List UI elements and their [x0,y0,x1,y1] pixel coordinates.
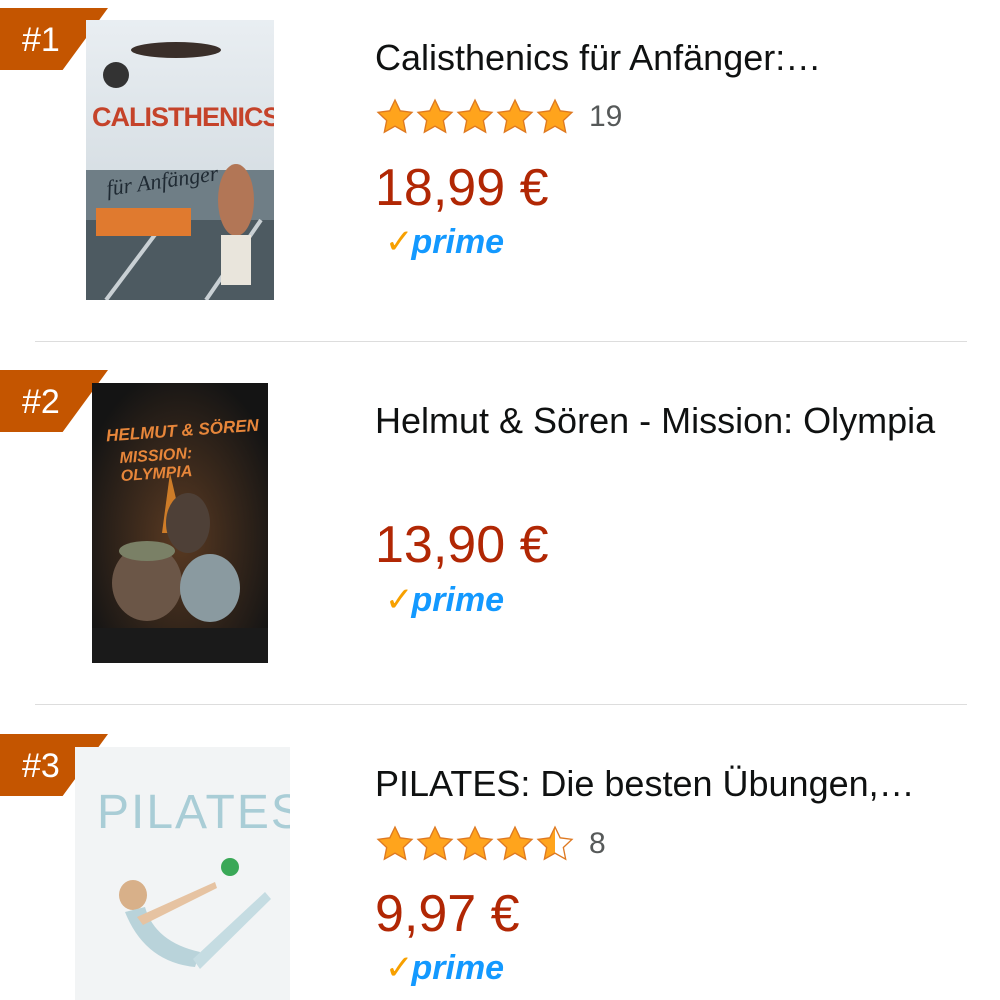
product-item-2[interactable]: #2 HELMUT & SÖREN MISSION: OLYMPIA Helmu… [0,350,1000,690]
divider [35,704,967,705]
star-icon [416,98,454,134]
prime-badge: ✓ prime [385,580,504,620]
prime-check-icon: ✓ [385,223,414,261]
star-icon [376,825,414,861]
prime-check-icon: ✓ [385,949,414,987]
prime-label: prime [411,948,505,987]
review-count: 19 [589,100,623,133]
product-item-1[interactable]: #1 CALISTHENICS für Anfänger Calisthenic… [0,0,1000,340]
star-icon [536,98,574,134]
product-item-3[interactable]: #3 PILATES PILATES: Die besten Übungen,…… [0,712,1000,1000]
prime-check-icon: ✓ [385,581,414,619]
book-cover-image[interactable]: PILATES [75,747,290,1000]
rank-label: #2 [22,383,60,421]
rank-label: #1 [22,21,60,59]
product-price: 9,97 € [375,885,520,943]
prime-badge: ✓ prime [385,948,504,988]
book-cover-image[interactable]: HELMUT & SÖREN MISSION: OLYMPIA [92,383,268,663]
half-star-icon [536,825,574,861]
prime-label: prime [411,222,505,261]
star-icon [456,825,494,861]
review-count: 8 [589,827,606,860]
product-price: 18,99 € [375,159,549,217]
star-icon [376,98,414,134]
cover-title: PILATES [97,786,290,839]
star-icon [496,98,534,134]
divider [35,341,967,342]
product-title[interactable]: Helmut & Sören - Mission: Olympia [375,393,955,448]
star-rating [375,824,575,864]
prime-badge: ✓ prime [385,222,504,262]
product-rating[interactable]: 8 [375,824,606,864]
product-title[interactable]: Calisthenics für Anfänger:… [375,30,955,85]
product-rating[interactable]: 19 [375,97,622,137]
star-icon [416,825,454,861]
product-price: 13,90 € [375,516,549,574]
book-cover-image[interactable]: CALISTHENICS für Anfänger [86,20,274,300]
star-icon [456,98,494,134]
star-icon [496,825,534,861]
product-title[interactable]: PILATES: Die besten Übungen,… [375,756,955,811]
star-rating [375,97,575,137]
rank-label: #3 [22,747,60,785]
prime-label: prime [411,580,505,619]
cover-title: CALISTHENICS [92,102,274,132]
